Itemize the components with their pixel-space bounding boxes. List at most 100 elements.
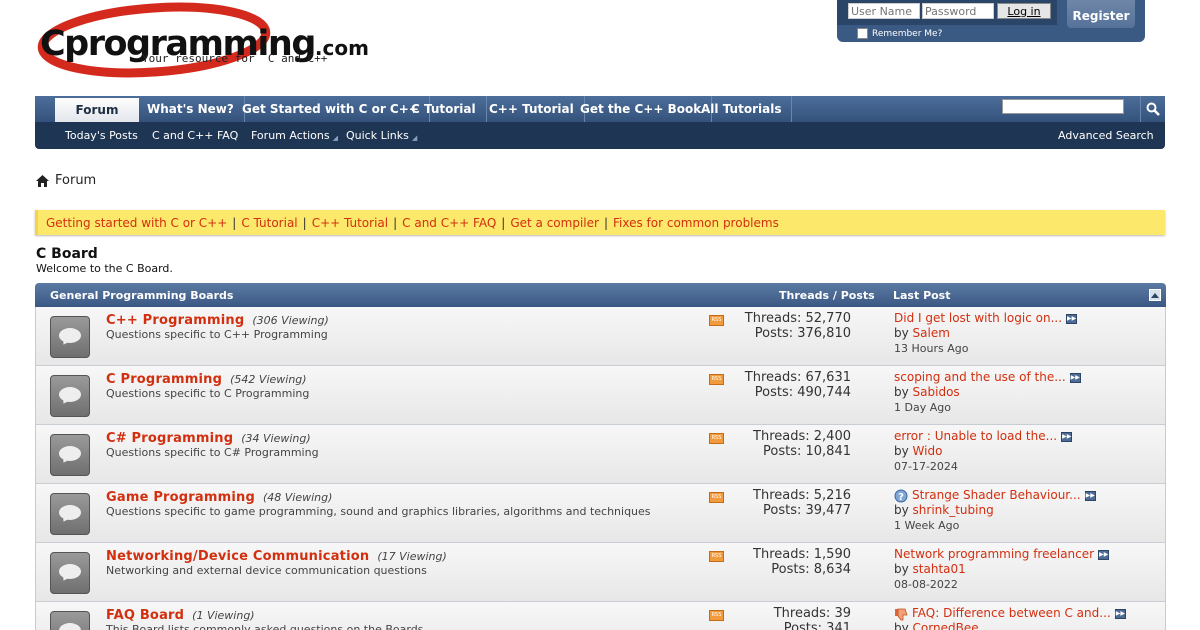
by-label: by [894,444,909,458]
subnav-todays-posts[interactable]: Today's Posts [65,122,138,149]
viewing-count: (17 Viewing) [377,550,447,563]
last-post-user[interactable]: shrink_tubing [913,503,994,517]
last-post-time: 07-17-2024 [894,460,958,473]
tab-c-tutorial[interactable]: C Tutorial [401,96,487,122]
last-post-title[interactable]: error : Unable to load the... [894,429,1057,444]
table-row: Game Programming (48 Viewing) Questions sp… [36,484,1165,543]
thread-count: Threads: 2,400 [753,429,851,444]
forum-title[interactable]: FAQ Board [106,608,184,623]
go-to-post-icon[interactable]: ▶▶ [1069,372,1081,383]
by-label: by [894,562,909,576]
breadcrumb-forum[interactable]: Forum [55,173,96,188]
forum-description: Questions specific to C++ Programming [106,328,328,341]
thread-count: Threads: 67,631 [744,370,851,385]
rss-icon[interactable]: RSS [709,492,724,503]
tab-cpp-tutorial[interactable]: C++ Tutorial [479,96,585,122]
forum-title-link[interactable]: Networking/Device Communication (17 Viewi… [106,549,447,564]
forum-title[interactable]: Networking/Device Communication [106,549,369,564]
tab-forum[interactable]: Forum [55,98,139,122]
last-post-user[interactable]: Sabidos [913,385,960,399]
password-field[interactable] [922,3,994,19]
last-post-title[interactable]: Did I get lost with logic on... [894,311,1062,326]
post-count: Posts: 490,744 [754,385,851,400]
notice-link-cpp-tutorial[interactable]: C++ Tutorial [312,216,388,230]
last-post: Network programming freelancer ▶▶ by staht… [894,547,1110,592]
login-inner: Log in [837,0,1057,25]
login-panel: Log in Remember Me? Register [837,0,1145,42]
thread-count: Threads: 5,216 [753,488,851,503]
last-post-title[interactable]: FAQ: Difference between C and... [912,606,1111,621]
by-label: by [894,621,909,630]
register-button[interactable]: Register [1067,0,1135,28]
go-to-post-icon[interactable]: ▶▶ [1098,549,1110,560]
subnav-faq[interactable]: C and C++ FAQ [152,122,238,149]
thread-count: Threads: 1,590 [753,547,851,562]
go-to-post-icon[interactable]: ▶▶ [1066,313,1078,324]
rss-icon[interactable]: RSS [709,433,724,444]
rss-icon[interactable]: RSS [709,610,724,621]
last-post-user[interactable]: stahta01 [913,562,966,576]
username-field[interactable] [848,3,920,19]
forum-title[interactable]: Game Programming [106,490,255,505]
remember-me[interactable]: Remember Me? [857,28,942,39]
viewing-count: (34 Viewing) [241,432,311,445]
go-to-post-icon[interactable]: ▶▶ [1084,490,1096,501]
rss-icon[interactable]: RSS [709,374,724,385]
last-post-user[interactable]: Wido [913,444,943,458]
last-post-user[interactable]: Salem [913,326,950,340]
last-post-title[interactable]: Network programming freelancer [894,547,1094,562]
notice-link-c-tutorial[interactable]: C Tutorial [241,216,297,230]
advanced-search-link[interactable]: Advanced Search [1058,122,1154,149]
last-post-time: 08-08-2022 [894,578,958,591]
separator: | [302,215,307,230]
remember-checkbox[interactable] [857,28,868,39]
notice-link-compiler[interactable]: Get a compiler [510,216,599,230]
forum-title[interactable]: C# Programming [106,431,233,446]
notice-link-fixes[interactable]: Fixes for common problems [613,216,779,230]
post-count: Posts: 10,841 [763,444,851,459]
forum-title[interactable]: C++ Programming [106,313,244,328]
last-post-title[interactable]: scoping and the use of the... [894,370,1066,385]
collapse-icon [1151,293,1159,298]
forum-title-link[interactable]: C# Programming (34 Viewing) [106,431,311,446]
login-button[interactable]: Log in [997,3,1051,19]
forum-title-link[interactable]: C++ Programming (306 Viewing) [106,313,329,328]
site-logo[interactable]: Cprogramming.com Your resource for C and… [36,2,369,82]
category-heading[interactable]: General Programming Boards [50,289,233,302]
separator: | [232,215,237,230]
forum-title-link[interactable]: Game Programming (48 Viewing) [106,490,332,505]
forum-title-link[interactable]: C Programming (542 Viewing) [106,372,307,387]
search-input[interactable] [1002,99,1124,114]
forum-list: C++ Programming (306 Viewing) Questions sp… [35,307,1166,630]
last-post: ? Strange Shader Behaviour... ▶▶ by shrink_… [894,488,1096,533]
forum-stats: Threads: 52,770 Posts: 376,810 [745,311,851,341]
forum-status-icon [50,493,90,535]
go-to-post-icon[interactable]: ▶▶ [1114,608,1126,619]
notice-link-faq[interactable]: C and C++ FAQ [402,216,496,230]
home-icon[interactable] [36,174,49,187]
forum-title-link[interactable]: FAQ Board (1 Viewing) [106,608,255,623]
subnav-forum-actions[interactable]: Forum Actions ◢ [251,122,338,149]
last-post: FAQ: Difference between C and... ▶▶ by Cor… [894,606,1126,630]
rss-icon[interactable]: RSS [709,315,724,326]
svg-text:?: ? [898,492,904,503]
question-icon: ? [894,489,908,503]
last-post-title[interactable]: Strange Shader Behaviour... [912,488,1081,503]
column-header-stats: Threads / Posts [779,289,875,302]
last-post: scoping and the use of the... ▶▶ by Sabido… [894,370,1081,415]
forum-status-icon [50,552,90,594]
notice-link-getting-started[interactable]: Getting started with C or C++ [46,216,227,230]
post-count: Posts: 341 [783,621,851,630]
subnav-quick-links[interactable]: Quick Links ◢ [346,122,417,149]
forum-status-icon [50,611,90,630]
forum-title[interactable]: C Programming [106,372,222,387]
tab-all-tutorials[interactable]: All Tutorials [691,96,793,122]
forum-description: Questions specific to C Programming [106,387,310,400]
tab-whats-new[interactable]: What's New? [137,96,245,122]
search-button[interactable] [1140,96,1165,122]
rss-icon[interactable]: RSS [709,551,724,562]
last-post-user[interactable]: CornedBee [913,621,979,630]
last-post-time: 1 Week Ago [894,519,960,532]
collapse-button[interactable] [1149,289,1161,301]
go-to-post-icon[interactable]: ▶▶ [1061,431,1073,442]
